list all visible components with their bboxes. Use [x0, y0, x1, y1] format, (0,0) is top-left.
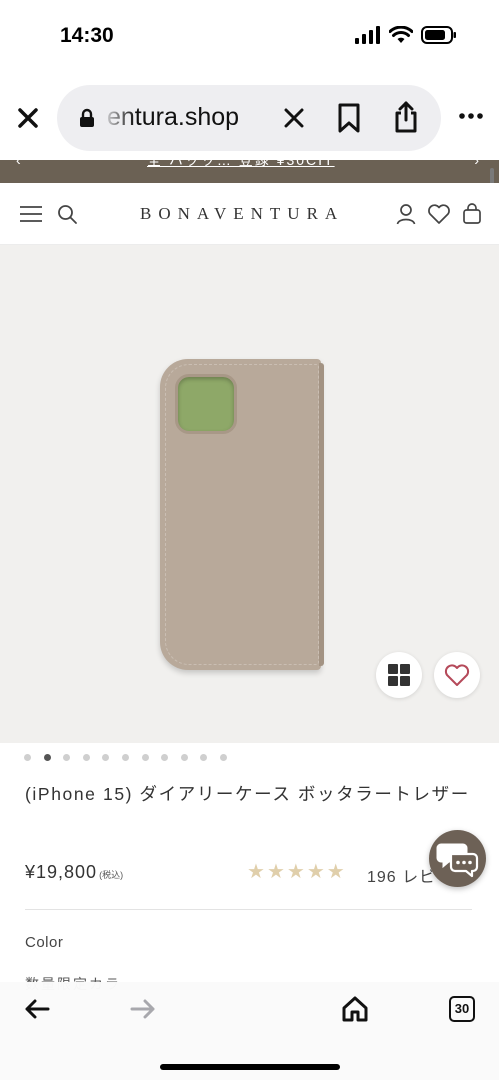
product-image [160, 359, 324, 670]
price-value: ¥19,800 [25, 862, 98, 882]
url-fade [101, 97, 135, 137]
browser-toolbar: 30 [0, 982, 499, 1080]
carousel-dot[interactable] [200, 754, 208, 761]
heart-icon [444, 664, 470, 686]
wifi-icon [389, 26, 413, 43]
close-icon[interactable] [14, 104, 42, 132]
carousel-dot[interactable] [63, 754, 71, 761]
star-icon: ★ [247, 859, 265, 883]
carousel-dot[interactable] [24, 754, 31, 761]
product-gallery[interactable] [0, 245, 499, 743]
case-edge [319, 363, 324, 666]
carousel-dot[interactable] [219, 754, 227, 761]
chat-icon [436, 843, 479, 878]
status-time: 14:30 [60, 24, 114, 47]
menu-icon[interactable] [19, 205, 43, 223]
lock-icon [80, 108, 94, 127]
announcement-prev-icon[interactable]: ‹ [16, 160, 21, 168]
star-icon: ★ [266, 859, 285, 883]
back-arrow-icon[interactable] [24, 998, 50, 1020]
color-label: Color [25, 934, 64, 951]
announcement-bar[interactable]: ‹ 全 ハッッ… 登録 ¥30CIT › [0, 160, 499, 183]
site-logo[interactable]: BONAVENTURA [140, 204, 344, 224]
announcement-text[interactable]: 全 ハッッ… 登録 ¥30CIT [147, 160, 335, 170]
browser-bar: entura.shop [0, 78, 499, 158]
favorite-button[interactable] [434, 652, 480, 698]
bag-icon[interactable] [462, 202, 482, 225]
rating-stars[interactable]: ★ ★ ★ ★ ★ [247, 860, 345, 882]
star-icon: ★ [306, 859, 325, 883]
carousel-dot[interactable] [161, 754, 169, 761]
star-icon: ★ [286, 859, 305, 883]
forward-arrow-icon[interactable] [130, 998, 156, 1020]
home-icon[interactable] [341, 995, 369, 1023]
account-icon[interactable] [396, 203, 416, 225]
product-price: ¥19,800 (税込) [25, 862, 123, 883]
tabs-button[interactable]: 30 [449, 996, 475, 1022]
carousel-dot[interactable] [43, 754, 51, 761]
divider [25, 909, 472, 910]
home-indicator [160, 1064, 340, 1070]
tax-note: (税込) [99, 870, 124, 880]
product-title: (iPhone 15) ダイアリーケース ボッタラートレザー [25, 784, 470, 804]
status-icons [355, 26, 457, 44]
signal-icon [355, 26, 380, 44]
battery-icon [421, 26, 456, 44]
heart-icon[interactable] [427, 203, 451, 225]
carousel-dots[interactable] [24, 754, 227, 761]
camera-cutout [175, 374, 237, 434]
carousel-dot[interactable] [102, 754, 110, 761]
gallery-grid-button[interactable] [376, 652, 422, 698]
bookmark-icon[interactable] [335, 102, 363, 134]
star-icon: ★ [326, 859, 345, 883]
more-icon[interactable] [459, 112, 483, 120]
review-count[interactable]: 196 レビ [367, 863, 436, 887]
site-header: BONAVENTURA [0, 183, 499, 245]
clear-url-icon[interactable] [281, 105, 307, 131]
search-icon[interactable] [57, 204, 78, 225]
address-bar[interactable]: entura.shop [57, 85, 441, 151]
share-icon[interactable] [392, 100, 420, 134]
announcement-next-icon[interactable]: › [474, 160, 479, 168]
carousel-dot[interactable] [141, 754, 149, 761]
carousel-dot[interactable] [121, 754, 129, 761]
grid-icon [388, 664, 410, 686]
chat-button[interactable] [429, 830, 486, 887]
status-bar: 14:30 [0, 0, 499, 70]
carousel-dot[interactable] [180, 754, 188, 761]
carousel-dot[interactable] [82, 754, 90, 761]
